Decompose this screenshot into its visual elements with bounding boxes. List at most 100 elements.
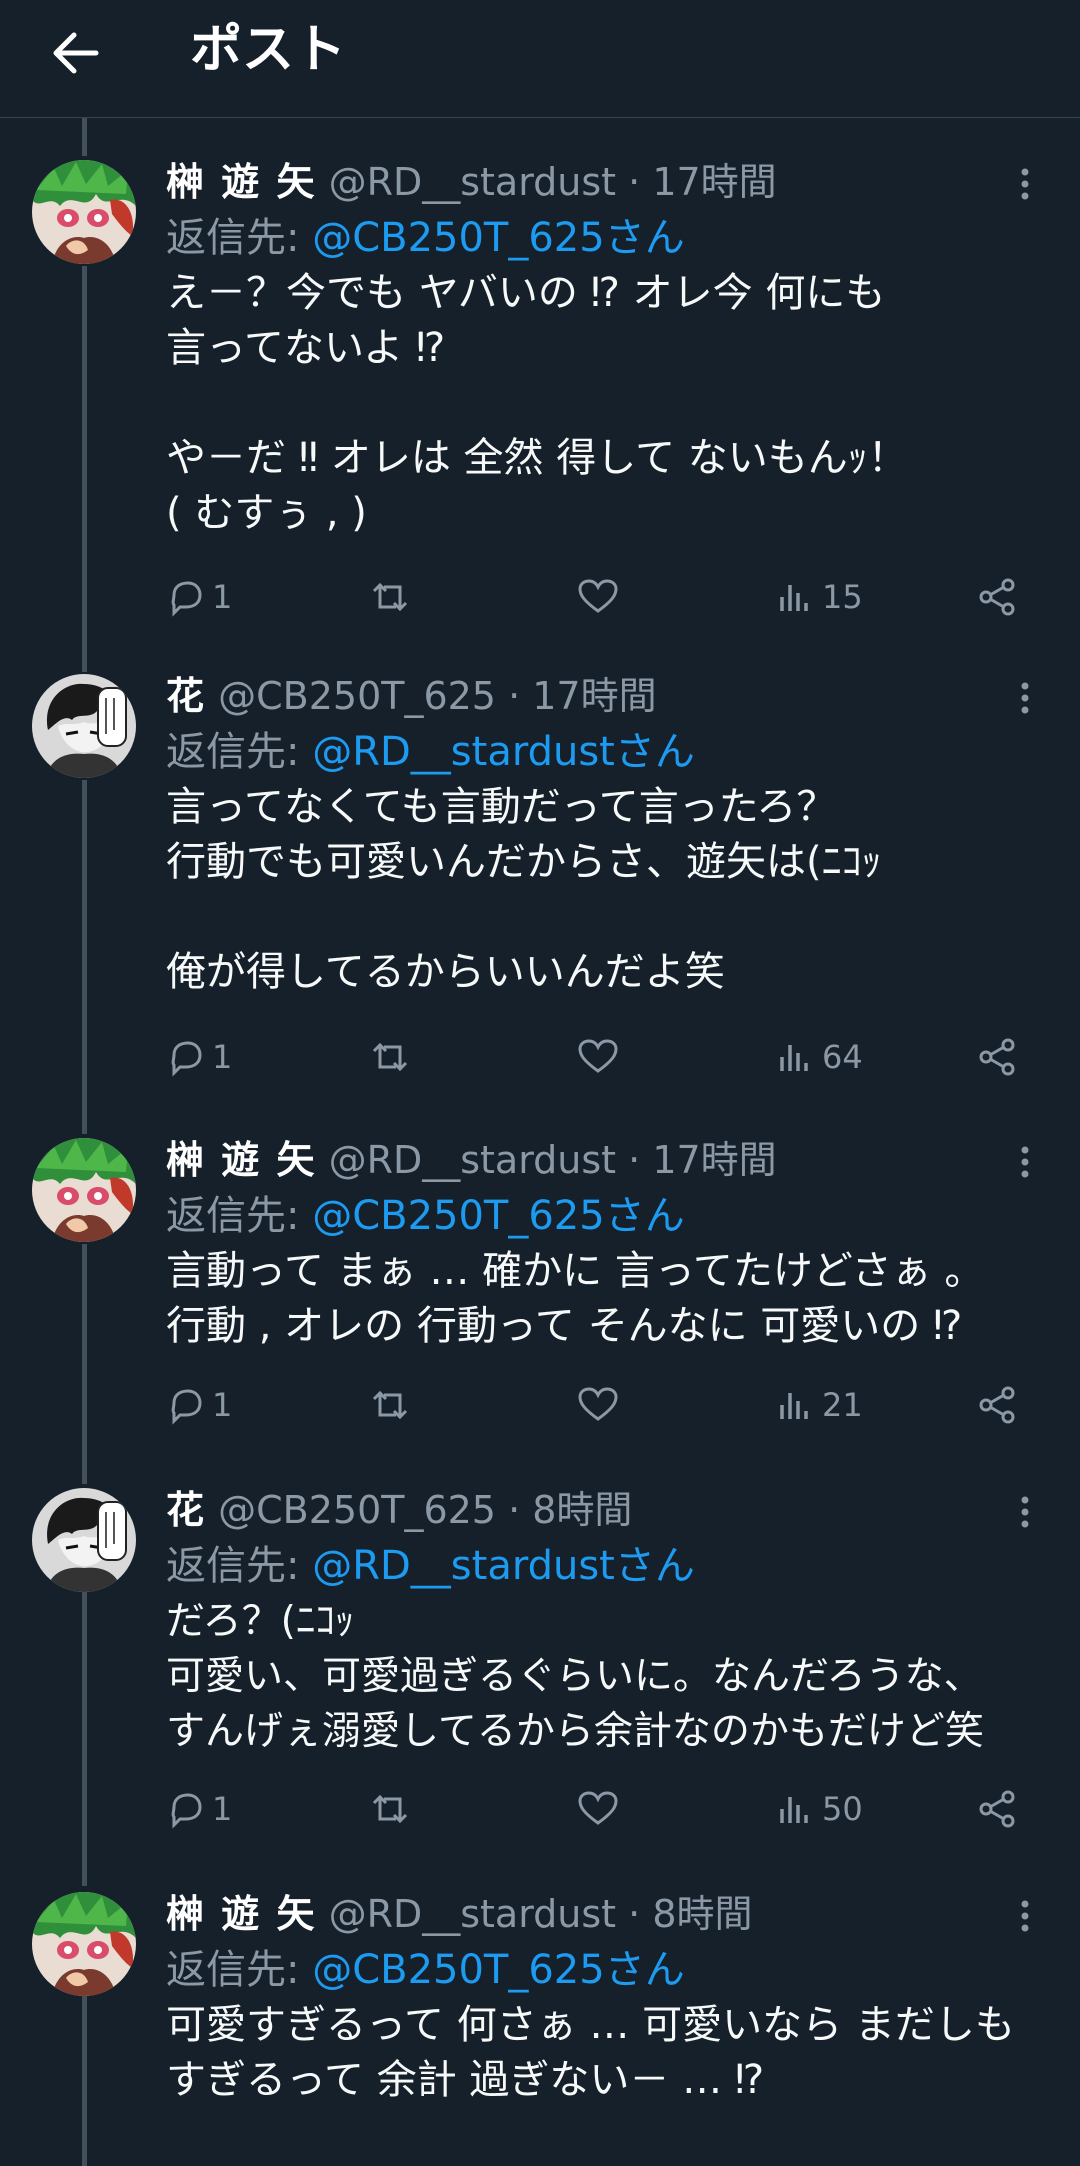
action-bar: 1 64 <box>166 1032 1046 1082</box>
reply-to-line: 返信先: @CB250T_625さん <box>166 212 685 264</box>
more-options-icon[interactable] <box>1010 1492 1040 1532</box>
handle[interactable]: @RD__stardust <box>329 160 617 204</box>
view-count: 64 <box>822 1038 863 1076</box>
post-meta: 榊 遊 矢 @RD__stardust · 8時間 <box>166 1892 753 1936</box>
green-hair-avatar-icon <box>32 1892 136 1996</box>
view-count: 50 <box>822 1790 863 1828</box>
action-bar: 1 15 <box>166 572 1046 622</box>
reply-to-link[interactable]: @CB250T_625さん <box>312 1193 685 1239</box>
heart-icon <box>578 1791 618 1825</box>
back-arrow-icon[interactable] <box>44 22 106 84</box>
repost-button[interactable] <box>366 1032 414 1082</box>
post-text: 言動って まぁ … 確かに 言ってたけどさぁ 。 行動 , オレの 行動って そ… <box>166 1248 985 1349</box>
post[interactable]: 榊 遊 矢 @RD__stardust · 17時間 返信先: @CB250T_… <box>0 1134 1080 1474</box>
share-button[interactable] <box>976 1380 1020 1430</box>
more-options-icon[interactable] <box>1010 164 1040 204</box>
reply-to-link[interactable]: @RD__stardustさん <box>312 1543 695 1589</box>
avatar[interactable] <box>32 674 136 778</box>
post-meta: 花 @CB250T_625 · 8時間 <box>166 1488 633 1532</box>
views-button[interactable]: 64 <box>776 1032 863 1082</box>
reply-to-link[interactable]: @CB250T_625さん <box>312 215 685 261</box>
share-button[interactable] <box>976 1784 1020 1834</box>
post-text: だろ？(ﾆｺｯ 可愛い、可愛過ぎるぐらいに。なんだろうな、 すんげぇ溺愛してるか… <box>166 1599 984 1754</box>
dark-hair-avatar-icon <box>32 1488 136 1592</box>
reply-button[interactable]: 1 <box>166 1380 232 1430</box>
post[interactable]: 花 @CB250T_625 · 17時間 返信先: @RD__stardustさ… <box>0 670 1080 1100</box>
display-name[interactable]: 榊 遊 矢 <box>166 160 316 204</box>
handle[interactable]: @RD__stardust <box>329 1892 617 1936</box>
timestamp[interactable]: 17時間 <box>532 674 656 718</box>
more-options-icon[interactable] <box>1010 1142 1040 1182</box>
reply-count: 1 <box>212 578 233 616</box>
timestamp[interactable]: 17時間 <box>652 1138 776 1182</box>
post-text: 可愛すぎるって 何さぁ … 可愛いなら まだしも すぎるって 余計 過ぎない－ … <box>166 2002 1015 2103</box>
display-name[interactable]: 榊 遊 矢 <box>166 1138 316 1182</box>
post[interactable]: 花 @CB250T_625 · 8時間 返信先: @RD__stardustさん… <box>0 1484 1080 1864</box>
reply-button[interactable]: 1 <box>166 572 232 622</box>
repost-icon <box>372 1794 408 1824</box>
more-options-icon[interactable] <box>1010 1896 1040 1936</box>
post-text: え－？今でも ヤバいの ⁉ オレ今 何にも 言ってないよ ⁉ や－だ ‼ オレは… <box>166 270 908 536</box>
reply-button[interactable]: 1 <box>166 1784 232 1834</box>
share-icon <box>979 1790 1015 1828</box>
repost-button[interactable] <box>366 1380 414 1430</box>
reply-count: 1 <box>212 1038 233 1076</box>
more-options-icon[interactable] <box>1010 678 1040 718</box>
analytics-icon <box>780 1797 808 1823</box>
avatar[interactable] <box>32 1488 136 1592</box>
reply-prefix: 返信先: <box>166 215 300 261</box>
avatar[interactable] <box>32 1892 136 1996</box>
repost-icon <box>372 1390 408 1420</box>
thread-line <box>82 118 87 156</box>
reply-icon <box>171 1389 202 1425</box>
share-icon <box>979 578 1015 616</box>
reply-icon <box>171 581 202 617</box>
like-button[interactable] <box>576 1032 620 1082</box>
avatar[interactable] <box>32 1138 136 1242</box>
display-name[interactable]: 榊 遊 矢 <box>166 1892 316 1936</box>
post[interactable]: 榊 遊 矢 @RD__stardust · 8時間 返信先: @CB250T_6… <box>0 1888 1080 2158</box>
reply-to-link[interactable]: @RD__stardustさん <box>312 729 695 775</box>
action-bar: 1 50 <box>166 1784 1046 1834</box>
repost-icon <box>372 582 408 612</box>
display-name[interactable]: 花 <box>166 674 206 718</box>
handle[interactable]: @CB250T_625 <box>218 1488 496 1532</box>
avatar[interactable] <box>32 160 136 264</box>
heart-icon <box>578 1039 618 1073</box>
views-button[interactable]: 50 <box>776 1784 863 1834</box>
handle[interactable]: @CB250T_625 <box>218 674 496 718</box>
post-meta: 榊 遊 矢 @RD__stardust · 17時間 <box>166 1138 777 1182</box>
handle[interactable]: @RD__stardust <box>329 1138 617 1182</box>
heart-icon <box>578 1387 618 1421</box>
reply-prefix: 返信先: <box>166 1543 300 1589</box>
post-text: 言ってなくても言動だって言ったろ？ 行動でも可愛いんだからさ、遊矢は(ﾆｺｯ 俺… <box>166 784 882 995</box>
reply-button[interactable]: 1 <box>166 1032 232 1082</box>
timestamp[interactable]: 8時間 <box>532 1488 632 1532</box>
green-hair-avatar-icon <box>32 1138 136 1242</box>
analytics-icon <box>780 1393 808 1419</box>
view-count: 15 <box>822 578 863 616</box>
like-button[interactable] <box>576 572 620 622</box>
repost-icon <box>372 1042 408 1072</box>
display-name[interactable]: 花 <box>166 1488 206 1532</box>
share-button[interactable] <box>976 572 1020 622</box>
views-button[interactable]: 15 <box>776 572 863 622</box>
reply-to-line: 返信先: @RD__stardustさん <box>166 1540 695 1592</box>
post[interactable]: 榊 遊 矢 @RD__stardust · 17時間 返信先: @CB250T_… <box>0 156 1080 636</box>
repost-button[interactable] <box>366 572 414 622</box>
view-count: 21 <box>822 1386 863 1424</box>
views-button[interactable]: 21 <box>776 1380 863 1430</box>
like-button[interactable] <box>576 1784 620 1834</box>
reply-to-line: 返信先: @RD__stardustさん <box>166 726 695 778</box>
action-bar: 1 21 <box>166 1380 1046 1430</box>
timestamp[interactable]: 8時間 <box>652 1892 752 1936</box>
repost-button[interactable] <box>366 1784 414 1834</box>
reply-count: 1 <box>212 1790 233 1828</box>
timestamp[interactable]: 17時間 <box>652 160 776 204</box>
like-button[interactable] <box>576 1380 620 1430</box>
reply-to-link[interactable]: @CB250T_625さん <box>312 1947 685 1993</box>
share-button[interactable] <box>976 1032 1020 1082</box>
dark-hair-avatar-icon <box>32 674 136 778</box>
green-hair-avatar-icon <box>32 160 136 264</box>
reply-prefix: 返信先: <box>166 1193 300 1239</box>
